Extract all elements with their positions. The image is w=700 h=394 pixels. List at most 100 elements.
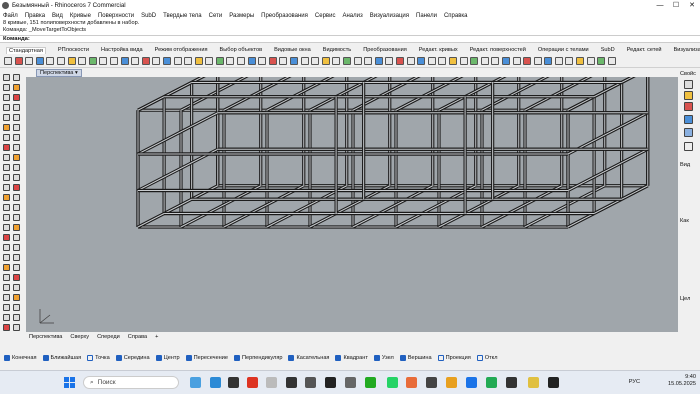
left-tool-icon[interactable] [13,194,20,201]
left-tool-icon[interactable] [3,274,10,281]
left-tool-icon[interactable] [3,114,10,121]
toolbar-tool-icon[interactable] [152,57,161,65]
app-icon[interactable] [345,377,356,388]
checkbox[interactable] [288,354,295,361]
left-tool-icon[interactable] [13,244,20,251]
app-icon[interactable] [325,377,336,388]
left-tool-icon[interactable] [13,224,20,231]
left-tool-icon[interactable] [13,264,20,271]
toolbar-tool-icon[interactable] [67,57,76,65]
tab-perspective[interactable]: Перспектива [29,334,62,340]
left-tool-icon[interactable] [13,154,20,161]
menu-item[interactable]: Правка [25,13,45,19]
layer-icon[interactable] [684,91,693,100]
left-tool-icon[interactable] [3,74,10,81]
toolbar-tool-icon[interactable] [109,57,118,65]
osnap-option[interactable]: Узел [373,354,394,361]
app-icon[interactable] [365,377,376,388]
toolbar-tool-icon[interactable] [173,57,182,65]
toolbar-tool-icon[interactable] [88,57,97,65]
display-icon[interactable] [684,102,693,111]
toolbar-tool-icon[interactable] [406,57,415,65]
toolbar-tool-icon[interactable] [374,57,383,65]
osnap-option[interactable]: Квадрант [335,354,368,361]
checkbox[interactable] [476,354,483,361]
toolbar-tool-icon[interactable] [290,57,299,65]
checkbox[interactable] [87,354,94,361]
toolbar-tool-icon[interactable] [512,57,521,65]
toolbar-tool-icon[interactable] [597,57,606,65]
viewport-icon[interactable] [684,142,693,151]
toolbar-tool-icon[interactable] [78,57,87,65]
left-tool-icon[interactable] [3,314,10,321]
taskbar-search[interactable]: ⌕ Поиск [83,376,179,389]
language-indicator[interactable]: РУС [629,379,640,385]
left-tool-icon[interactable] [3,84,10,91]
osnap-option[interactable]: Пересечение [185,354,228,361]
maximize-button[interactable]: ☐ [668,0,684,11]
left-tool-icon[interactable] [3,174,10,181]
left-tool-icon[interactable] [13,184,20,191]
left-tool-icon[interactable] [13,164,20,171]
osnap-option[interactable]: Конечная [4,354,37,361]
checkbox[interactable] [185,354,192,361]
left-tool-icon[interactable] [3,284,10,291]
toolbar-tab[interactable]: Редакт. сетей [627,47,662,53]
toolbar-tab[interactable]: РПлоскости [58,47,89,53]
toolbar-tool-icon[interactable] [162,57,171,65]
app-icon[interactable] [228,377,239,388]
perspective-viewport[interactable] [26,77,678,332]
left-tool-icon[interactable] [13,234,20,241]
left-tool-icon[interactable] [3,124,10,131]
command-input[interactable] [32,36,653,42]
toolbar-tool-icon[interactable] [131,57,140,65]
checkbox[interactable] [4,354,10,361]
start-button[interactable] [64,377,75,388]
material-icon[interactable] [684,128,693,137]
left-tool-icon[interactable] [3,134,10,141]
left-tool-icon[interactable] [3,224,10,231]
left-tool-icon[interactable] [13,204,20,211]
left-tool-icon[interactable] [13,284,20,291]
left-tool-icon[interactable] [3,154,10,161]
whatsapp-icon[interactable] [387,377,398,388]
toolbar-tool-icon[interactable] [395,57,404,65]
osnap-option[interactable]: Проекция [437,354,471,361]
checkbox[interactable] [234,354,241,361]
toolbar-tool-icon[interactable] [501,57,510,65]
close-button[interactable]: ✕ [684,0,700,11]
left-tool-icon[interactable] [3,94,10,101]
app-icon[interactable] [266,377,277,388]
app-icon[interactable] [286,377,297,388]
menu-item[interactable]: Визуализация [370,13,409,19]
menu-item[interactable]: Твердые тела [163,13,202,19]
toolbar-tool-icon[interactable] [364,57,373,65]
left-tool-icon[interactable] [3,184,10,191]
toolbar-tab[interactable]: Редакт. поверхностей [470,47,526,53]
toolbar-tool-icon[interactable] [576,57,585,65]
checkbox[interactable] [155,354,162,361]
app-icon[interactable] [506,377,517,388]
toolbar-tool-icon[interactable] [480,57,489,65]
menu-item[interactable]: SubD [141,13,156,19]
edge-icon[interactable] [210,377,221,388]
toolbar-tool-icon[interactable] [205,57,214,65]
add-tab-button[interactable]: + [155,334,158,340]
left-tool-icon[interactable] [3,304,10,311]
app-icon[interactable] [426,377,437,388]
toolbar-tool-icon[interactable] [565,57,574,65]
osnap-option[interactable]: Касательная [288,354,329,361]
toolbar-tool-icon[interactable] [353,57,362,65]
toolbar-tab[interactable]: Стандартная [6,46,46,54]
toolbar-tool-icon[interactable] [438,57,447,65]
menu-item[interactable]: Вид [52,13,63,19]
osnap-option[interactable]: Точка [87,354,110,361]
object-icon[interactable] [684,80,693,89]
toolbar-tool-icon[interactable] [554,57,563,65]
tab-top[interactable]: Сверху [70,334,89,340]
menu-item[interactable]: Файл [3,13,18,19]
menu-item[interactable]: Размеры [229,13,254,19]
menu-item[interactable]: Преобразования [261,13,308,19]
toolbar-tool-icon[interactable] [14,57,23,65]
toolbar-tool-icon[interactable] [491,57,500,65]
